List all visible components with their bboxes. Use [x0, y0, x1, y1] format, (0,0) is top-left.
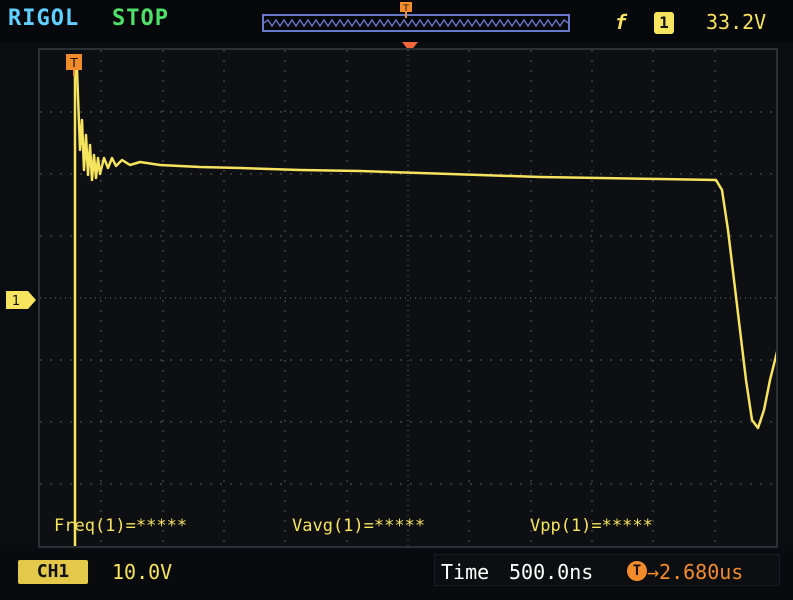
memory-depth-bar[interactable]	[262, 14, 570, 32]
top-status-bar: RIGOL STOP T f 1 33.2V	[0, 0, 793, 42]
brand-logo: RIGOL	[8, 6, 80, 31]
waveform-display[interactable]	[38, 48, 778, 548]
waveform-trace	[75, 69, 776, 430]
trigger-time-marker[interactable]: T	[66, 54, 82, 76]
memory-waveform-icon	[264, 18, 568, 28]
run-state-indicator[interactable]: STOP	[112, 6, 169, 31]
trigger-delay[interactable]: →2.680us	[647, 560, 743, 584]
trigger-edge-icon[interactable]: f	[612, 10, 629, 34]
measurement-vavg: Vavg(1)=*****	[292, 516, 426, 536]
channel-1-badge[interactable]: CH1	[18, 560, 88, 584]
measurement-freq: Freq(1)=*****	[54, 516, 188, 536]
waveform-grid	[40, 50, 776, 546]
trigger-delay-icon: T	[627, 561, 647, 581]
volts-per-div[interactable]: 10.0V	[112, 560, 172, 584]
trigger-level[interactable]: 33.2V	[706, 10, 766, 34]
trigger-source-badge[interactable]: 1	[654, 12, 674, 34]
trigger-position-icon: T	[400, 2, 412, 18]
timebase-panel[interactable]: Time 500.0ns T →2.680us	[434, 554, 780, 586]
svg-text:T: T	[69, 56, 78, 70]
measurement-vpp: Vpp(1)=*****	[530, 516, 653, 536]
channel-1-offset-marker[interactable]: 1	[6, 291, 36, 309]
bottom-status-bar: CH1 10.0V Time 500.0ns T →2.680us	[0, 550, 793, 600]
svg-text:1: 1	[12, 294, 20, 309]
time-label: Time	[441, 560, 490, 584]
time-per-div[interactable]: 500.0ns	[509, 560, 593, 584]
